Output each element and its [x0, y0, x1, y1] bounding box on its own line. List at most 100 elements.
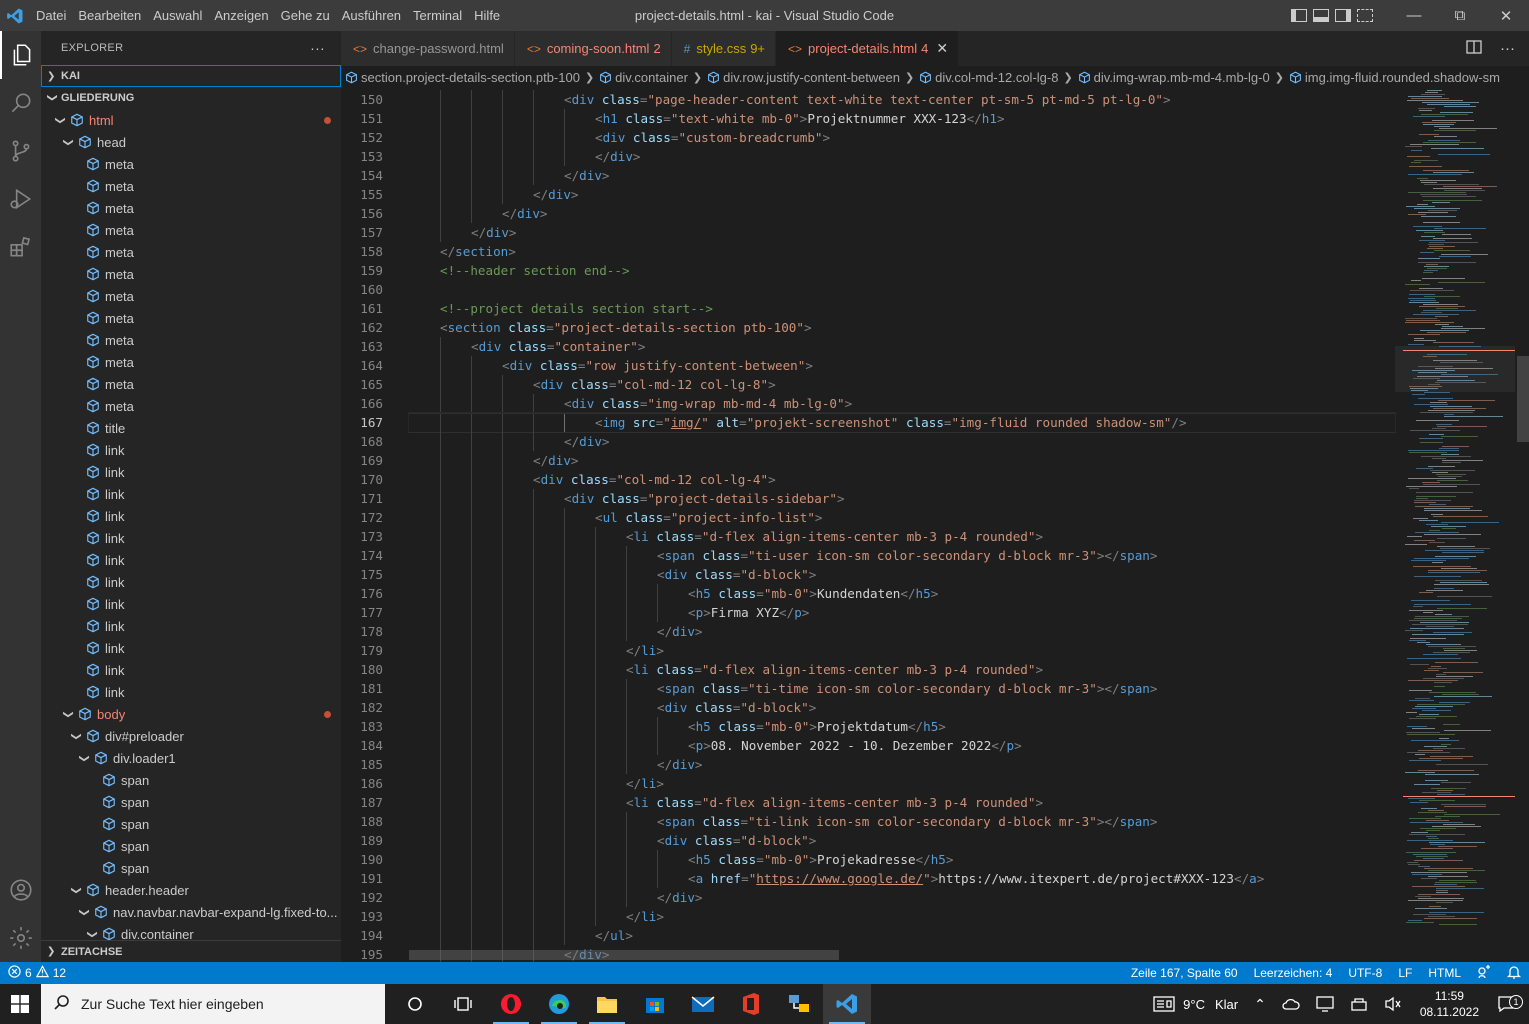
outline-item[interactable]: ❯ div#preloader	[41, 725, 341, 747]
editor-tab[interactable]: <> project-details.html 4 ✕	[776, 31, 960, 66]
outline-item[interactable]: ❯ header.header	[41, 879, 341, 901]
code-line[interactable]: <div class="d-block">	[409, 565, 1395, 584]
outline-item[interactable]: link	[41, 615, 341, 637]
outline-item[interactable]: span	[41, 857, 341, 879]
edge-browser-icon[interactable]	[535, 984, 583, 1024]
outline-item[interactable]: link	[41, 571, 341, 593]
outline-item[interactable]: link	[41, 659, 341, 681]
scrollbar-thumb[interactable]	[1517, 356, 1529, 442]
task-view-icon[interactable]	[391, 984, 439, 1024]
breadcrumb-item[interactable]: div.col-md-12.col-lg-8	[919, 70, 1058, 85]
minimap-viewport[interactable]	[1395, 346, 1515, 392]
cursor-position[interactable]: Zeile 167, Spalte 60	[1123, 966, 1246, 980]
outline-item[interactable]: link	[41, 637, 341, 659]
accounts-icon[interactable]	[0, 866, 41, 914]
folder-section-kai[interactable]: ❯ KAI	[41, 65, 341, 87]
code-line[interactable]: <ul class="project-info-list">	[409, 508, 1395, 527]
outline-item[interactable]: link	[41, 549, 341, 571]
vscode-taskbar-icon[interactable]	[823, 984, 871, 1024]
network-app-icon[interactable]	[775, 984, 823, 1024]
outline-item[interactable]: link	[41, 461, 341, 483]
menu-item-7[interactable]: Hilfe	[468, 8, 506, 23]
outline-item[interactable]: meta	[41, 197, 341, 219]
code-line[interactable]: <div class="d-block">	[409, 831, 1395, 850]
code-line[interactable]: <div class="col-md-12 col-lg-4">	[409, 470, 1395, 489]
code-line[interactable]: <section class="project-details-section …	[409, 318, 1395, 337]
outline-item[interactable]: meta	[41, 219, 341, 241]
office-icon[interactable]	[727, 984, 775, 1024]
opera-browser-icon[interactable]	[487, 984, 535, 1024]
code-line[interactable]: <li class="d-flex align-items-center mb-…	[409, 793, 1395, 812]
code-line[interactable]: <div class="container">	[409, 337, 1395, 356]
code-line[interactable]: <a href="https://www.google.de/">https:/…	[409, 869, 1395, 888]
outline-item[interactable]: meta	[41, 329, 341, 351]
widgets-icon[interactable]	[439, 984, 487, 1024]
show-hidden-icons-chevron-up-icon[interactable]: ⌃	[1246, 996, 1274, 1013]
code-line[interactable]: <div class="row justify-content-between"…	[409, 356, 1395, 375]
breadcrumb-item[interactable]: div.row.justify-content-between	[707, 70, 900, 85]
outline-item[interactable]: title	[41, 417, 341, 439]
outline-item[interactable]: ❯ nav.navbar.navbar-expand-lg.fixed-to...	[41, 901, 341, 923]
end-of-line[interactable]: LF	[1390, 966, 1420, 980]
code-line[interactable]: </div>	[409, 622, 1395, 641]
outline-item[interactable]: link	[41, 439, 341, 461]
chevron-down-icon[interactable]: ❯	[79, 905, 90, 919]
file-explorer-icon[interactable]	[583, 984, 631, 1024]
run-debug-icon[interactable]	[0, 175, 41, 223]
outline-item[interactable]: ❯ html	[41, 109, 341, 131]
code-line[interactable]: </li>	[409, 774, 1395, 793]
code-line[interactable]: <p>08. November 2022 - 10. Dezember 2022…	[409, 736, 1395, 755]
code-line[interactable]: <div class="img-wrap mb-md-4 mb-lg-0">	[409, 394, 1395, 413]
outline-item[interactable]: ❯ div.loader1	[41, 747, 341, 769]
code-line[interactable]: <h5 class="mb-0">Projektdatum</h5>	[409, 717, 1395, 736]
outline-item[interactable]: link	[41, 483, 341, 505]
outline-item[interactable]: span	[41, 769, 341, 791]
menu-item-3[interactable]: Anzeigen	[208, 8, 274, 23]
code-line[interactable]: <span class="ti-link icon-sm color-secon…	[409, 812, 1395, 831]
indentation[interactable]: Leerzeichen: 4	[1246, 966, 1341, 980]
feedback-icon[interactable]	[1469, 964, 1499, 982]
outline-item[interactable]: link	[41, 505, 341, 527]
breadcrumb-item[interactable]: section.project-details-section.ptb-100	[345, 70, 580, 85]
code-line[interactable]: <h5 class="mb-0">Kundendaten</h5>	[409, 584, 1395, 603]
code-line[interactable]: <!--header section end-->	[409, 261, 1395, 280]
chevron-down-icon[interactable]: ❯	[55, 113, 66, 127]
outline-item[interactable]: meta	[41, 373, 341, 395]
chevron-down-icon[interactable]: ❯	[87, 927, 98, 941]
outline-item[interactable]: meta	[41, 153, 341, 175]
windows-start-icon[interactable]	[0, 984, 40, 1024]
extensions-icon[interactable]	[0, 223, 41, 271]
toggle-primary-sidebar-icon[interactable]	[1291, 9, 1307, 22]
restore-button[interactable]: ⧉	[1437, 0, 1483, 31]
chevron-down-icon[interactable]: ❯	[71, 883, 82, 897]
outline-item[interactable]: ❯ head	[41, 131, 341, 153]
code-line[interactable]: <h5 class="mb-0">Projekadresse</h5>	[409, 850, 1395, 869]
vscode-logo-icon[interactable]	[0, 0, 30, 31]
views-more-actions-button[interactable]: ···	[310, 40, 325, 56]
code-line[interactable]: </div>	[409, 755, 1395, 774]
breadcrumb-item[interactable]: div.img-wrap.mb-md-4.mb-lg-0	[1078, 70, 1270, 85]
outline-item[interactable]: meta	[41, 395, 341, 417]
editor-more-actions-button[interactable]: ···	[1500, 40, 1515, 57]
code-line[interactable]: <p>Firma XYZ</p>	[409, 603, 1395, 622]
cloud-sync-icon[interactable]	[1274, 997, 1308, 1011]
toggle-panel-icon[interactable]	[1313, 9, 1329, 22]
split-editor-icon[interactable]	[1466, 39, 1482, 58]
outline-item[interactable]: meta	[41, 307, 341, 329]
code-line[interactable]: </div>	[409, 147, 1395, 166]
chevron-down-icon[interactable]: ❯	[71, 729, 82, 743]
explorer-icon[interactable]	[0, 31, 41, 79]
microsoft-store-icon[interactable]	[631, 984, 679, 1024]
breadcrumb-item[interactable]: img.img-fluid.rounded.shadow-sm	[1289, 70, 1500, 85]
horizontal-scrollbar-thumb[interactable]	[409, 950, 839, 960]
menu-item-6[interactable]: Terminal	[407, 8, 468, 23]
outline-item[interactable]: meta	[41, 351, 341, 373]
mail-icon[interactable]	[679, 984, 727, 1024]
code-line[interactable]: <li class="d-flex align-items-center mb-…	[409, 527, 1395, 546]
network-icon[interactable]	[1342, 996, 1376, 1012]
code-line[interactable]: </div>	[409, 223, 1395, 242]
close-window-button[interactable]: ✕	[1483, 0, 1529, 31]
code-line[interactable]: <li class="d-flex align-items-center mb-…	[409, 660, 1395, 679]
code-line[interactable]: <img src="img/" alt="projekt-screenshot"…	[408, 412, 1396, 433]
vertical-scrollbar[interactable]	[1515, 88, 1529, 962]
